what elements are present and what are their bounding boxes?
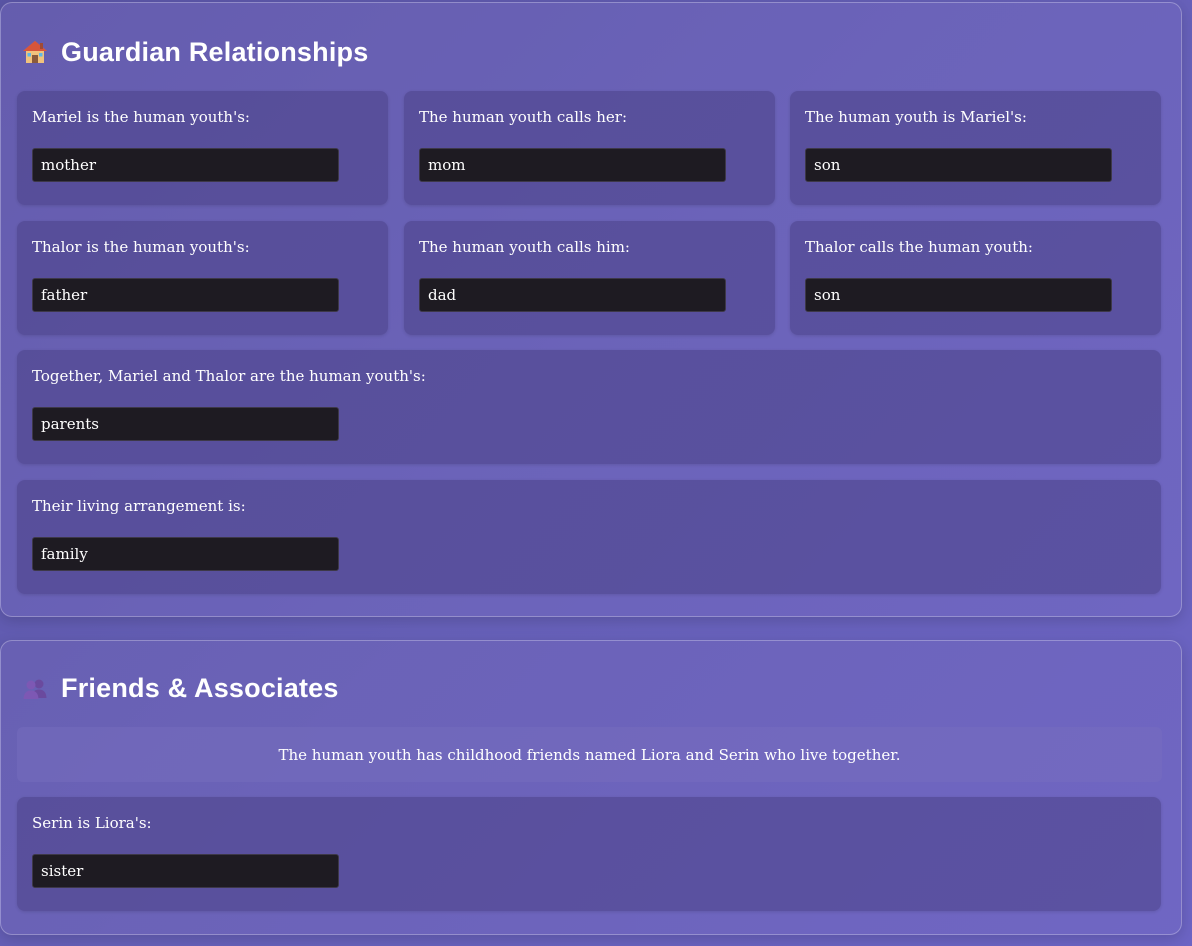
relationship-card: Their living arrangement is: xyxy=(17,480,1161,594)
relationship-card: Mariel is the human youth's: xyxy=(17,91,388,205)
card-label: Thalor is the human youth's: xyxy=(32,238,250,256)
relationship-input[interactable] xyxy=(32,407,339,441)
friends-associates-section: Friends & Associates The human youth has… xyxy=(0,640,1182,935)
relationship-input[interactable] xyxy=(32,278,339,312)
relationship-input[interactable] xyxy=(805,148,1112,182)
section-title: Guardian Relationships xyxy=(61,36,369,67)
relationship-input[interactable] xyxy=(419,278,726,312)
card-label: Their living arrangement is: xyxy=(32,497,246,515)
relationship-card: Thalor calls the human youth: xyxy=(790,221,1161,335)
relationship-card: Thalor is the human youth's: xyxy=(17,221,388,335)
card-label: The human youth is Mariel's: xyxy=(805,108,1027,126)
relationship-input[interactable] xyxy=(32,148,339,182)
section-title: Friends & Associates xyxy=(61,672,339,703)
relationship-input[interactable] xyxy=(32,537,339,571)
people-icon xyxy=(21,674,49,702)
card-label: Thalor calls the human youth: xyxy=(805,238,1033,256)
relationship-card: The human youth calls him: xyxy=(404,221,775,335)
friends-section-header: Friends & Associates xyxy=(21,670,339,706)
card-label: Serin is Liora's: xyxy=(32,814,152,832)
relationship-input[interactable] xyxy=(419,148,726,182)
relationship-card: Together, Mariel and Thalor are the huma… xyxy=(17,350,1161,464)
relationship-input[interactable] xyxy=(32,854,339,888)
relationship-input[interactable] xyxy=(805,278,1112,312)
friends-info-text: The human youth has childhood friends na… xyxy=(278,745,901,764)
house-icon xyxy=(21,38,49,66)
card-label: Together, Mariel and Thalor are the huma… xyxy=(32,367,426,385)
card-label: The human youth calls him: xyxy=(419,238,630,256)
card-label: Mariel is the human youth's: xyxy=(32,108,250,126)
guardian-relationships-section: Guardian Relationships Mariel is the hum… xyxy=(0,2,1182,617)
friends-info-box: The human youth has childhood friends na… xyxy=(17,727,1162,782)
guardian-section-header: Guardian Relationships xyxy=(21,34,368,70)
card-label: The human youth calls her: xyxy=(419,108,628,126)
relationship-card: Serin is Liora's: xyxy=(17,797,1161,911)
relationship-card: The human youth calls her: xyxy=(404,91,775,205)
relationship-card: The human youth is Mariel's: xyxy=(790,91,1161,205)
